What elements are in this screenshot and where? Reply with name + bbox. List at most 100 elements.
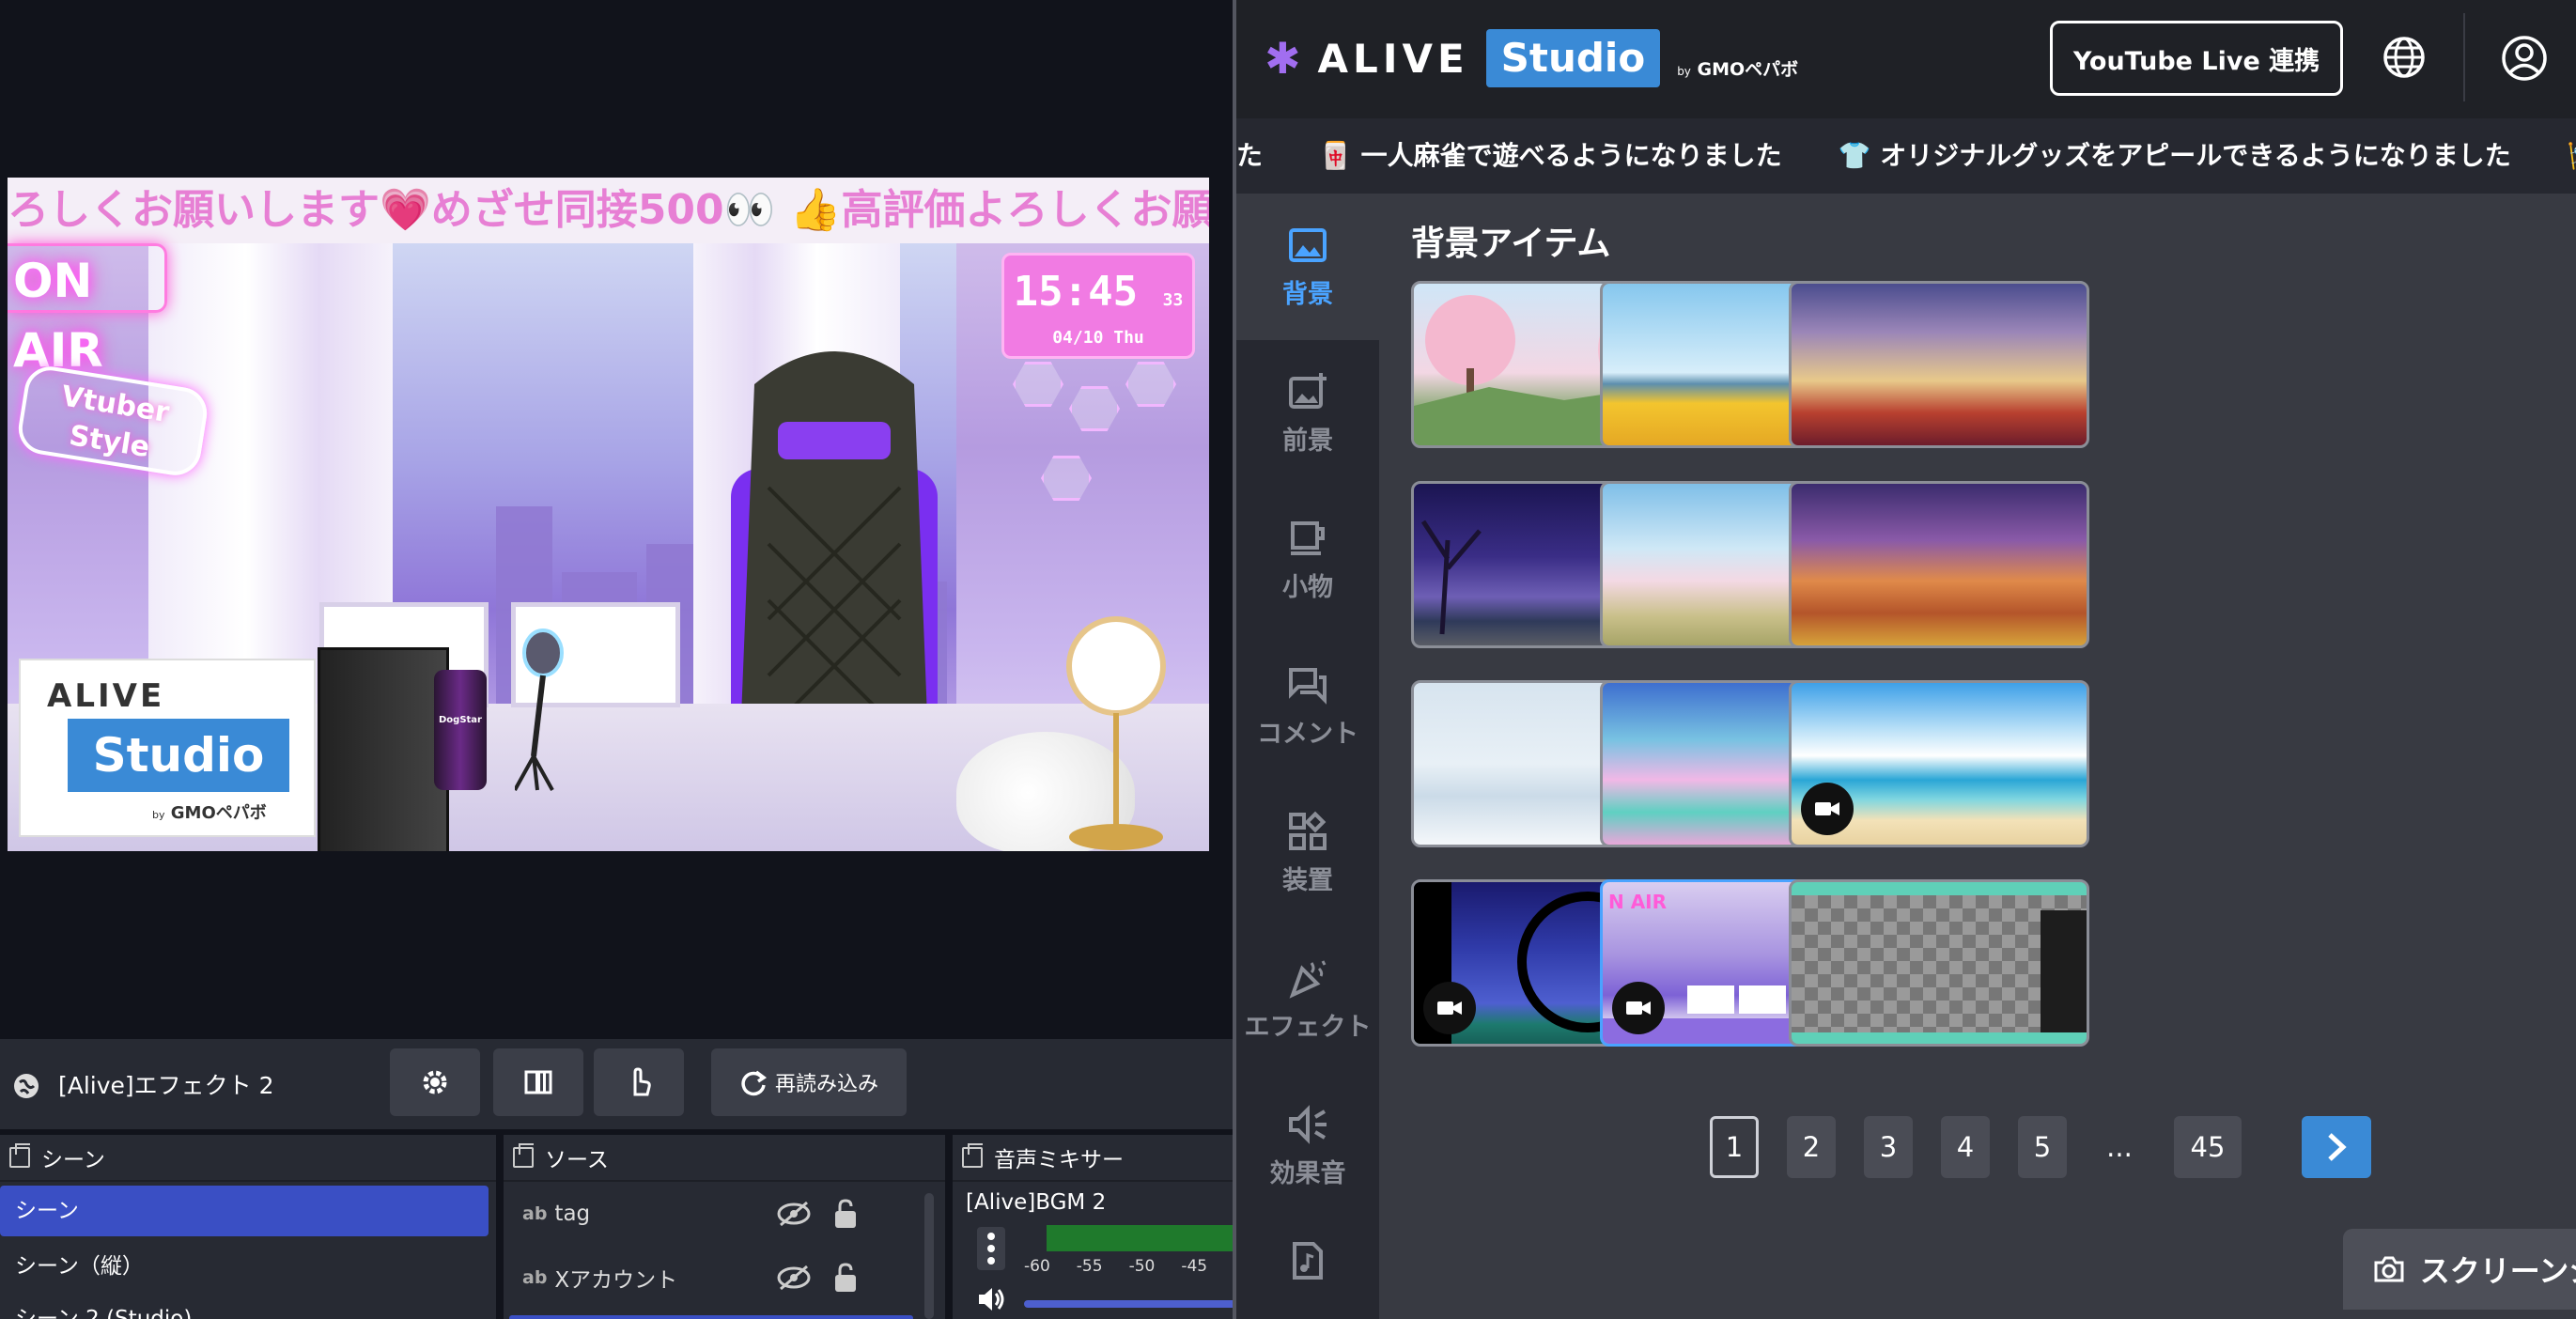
source-toolbar: [Alive]エフェクト 2 再読み込み	[0, 1039, 1233, 1129]
dock-float-icon[interactable]	[962, 1143, 983, 1168]
selected-source-name: [Alive]エフェクト 2	[58, 1072, 274, 1099]
speaker-icon	[1289, 1104, 1327, 1144]
scenes-dock-header: シーン	[0, 1135, 496, 1182]
filters-button[interactable]	[493, 1048, 583, 1116]
source-label: Xアカウント	[554, 1268, 678, 1293]
page-button[interactable]: 1	[1710, 1116, 1759, 1178]
page-button[interactable]: 3	[1864, 1116, 1913, 1178]
scene-item[interactable]: シーン	[0, 1186, 489, 1236]
energy-drink-can: DogStar	[434, 670, 487, 790]
source-item[interactable]: ab tag	[504, 1182, 945, 1246]
rail-label: コメント	[1257, 719, 1358, 749]
volume-slider[interactable]	[1024, 1300, 1268, 1308]
text-source-icon: ab	[522, 1203, 548, 1224]
rail-item-sound-effects[interactable]: 効果音	[1236, 1073, 1379, 1219]
globe-icon[interactable]	[2381, 34, 2428, 81]
page-button[interactable]: 4	[1941, 1116, 1990, 1178]
background-tile-autumn[interactable]	[1789, 481, 2089, 648]
music-file-icon	[1293, 1242, 1323, 1280]
screenshot-label: スクリーンショット	[2419, 1253, 2576, 1289]
lock-icon[interactable]	[832, 1198, 859, 1230]
reload-button[interactable]: 再読み込み	[711, 1048, 907, 1116]
lock-icon[interactable]	[832, 1262, 859, 1294]
video-badge	[1801, 783, 1854, 835]
flower-lamp	[1066, 616, 1166, 850]
source-item[interactable]: ab Xアカウント	[504, 1246, 945, 1310]
svg-text:N AIR: N AIR	[1608, 891, 1667, 913]
background-tile-beach[interactable]	[1789, 680, 2089, 847]
background-tile-live-frame[interactable]	[1789, 879, 2089, 1047]
rail-item-props[interactable]: 小物	[1236, 487, 1379, 633]
page-button[interactable]: 5	[2018, 1116, 2067, 1178]
can-label: DogStar	[439, 715, 482, 725]
tile-thumbnail	[1792, 882, 2087, 1044]
image-icon	[1289, 227, 1327, 262]
more-options-icon[interactable]	[977, 1227, 1005, 1270]
video-camera-icon	[1815, 802, 1839, 815]
sources-scrollbar[interactable]	[924, 1193, 934, 1319]
alive-studio-panel: ✱ ALIVE Studio by GMOペパボ YouTube Live 連携…	[1233, 0, 2576, 1319]
selected-source: [Alive]エフェクト 2	[11, 1067, 274, 1105]
rail-label: 効果音	[1269, 1158, 1346, 1188]
rail-item-comments[interactable]: コメント	[1236, 633, 1379, 780]
selected-source-row[interactable]	[509, 1315, 913, 1319]
brand-logo[interactable]: ✱ ALIVE Studio by GMOペパボ	[1265, 28, 1798, 88]
visibility-hidden-icon[interactable]	[776, 1200, 812, 1228]
dock-float-icon[interactable]	[9, 1143, 30, 1168]
screenshot-button[interactable]: スクリーンショット	[2343, 1229, 2576, 1310]
stream-preview[interactable]: ろしくお願いします💗めざせ同接500👀 👍高評価よろしくお願 ON AIR Vt…	[8, 178, 1209, 851]
account-icon[interactable]	[2500, 34, 2549, 83]
brand-studio: Studio	[1485, 29, 1661, 87]
mixer-dock-title: 音声ミキサー	[994, 1148, 1124, 1172]
news-item[interactable]: 👕 オリジナルグッズをアピールできるようになりました	[1839, 140, 2511, 171]
hex-light	[1125, 362, 1176, 407]
image-plus-icon	[1289, 372, 1327, 409]
speaker-volume-icon[interactable]	[975, 1283, 1007, 1315]
clock-seconds: 33	[1162, 290, 1184, 310]
dock-float-icon[interactable]	[513, 1143, 534, 1168]
hex-light	[1013, 362, 1063, 407]
page-button[interactable]: 2	[1787, 1116, 1836, 1178]
alive-studio-logo-overlay: ALIVE Studio by GMOペパボ	[19, 659, 316, 837]
category-rail: 背景 前景 小物 コメント 装置 エフェクト 効果音	[1236, 194, 1379, 1319]
refresh-icon	[741, 1070, 768, 1096]
rail-item-music[interactable]	[1236, 1219, 1379, 1313]
visibility-hidden-icon[interactable]	[776, 1264, 812, 1292]
scene-item[interactable]: シーン 2 (Studio)	[0, 1293, 496, 1319]
properties-button[interactable]	[390, 1048, 480, 1116]
browser-source-icon	[14, 1074, 39, 1098]
video-badge	[1612, 982, 1665, 1034]
text-source-icon: ab	[522, 1267, 548, 1288]
logo-gmo-text: GMOペパボ	[170, 803, 267, 823]
youtube-live-connect-button[interactable]: YouTube Live 連携	[2050, 21, 2343, 96]
section-title: 背景アイテム	[1411, 225, 1611, 263]
obs-window: ろしくお願いします💗めざせ同接500👀 👍高評価よろしくお願 ON AIR Vt…	[0, 0, 1268, 1319]
meter-scale: -60 -55 -50 -45	[1024, 1257, 1268, 1276]
volume-meter	[1047, 1225, 1263, 1251]
sources-dock-header: ソース	[504, 1135, 945, 1182]
rail-item-background[interactable]: 背景	[1236, 194, 1379, 340]
content-area: 背景アイテム N AIR 1 2 3 4 5 ... 45 スクリーン	[1379, 194, 2576, 1319]
logo-alive-text: ALIVE	[47, 677, 165, 715]
next-page-button[interactable]	[2302, 1116, 2371, 1178]
chevron-right-icon	[2328, 1133, 2347, 1161]
news-item[interactable]: 🀄 一人麻雀で遊べるようになりました	[1319, 140, 1782, 171]
sources-dock: ソース ab tag ab Xアカウント	[504, 1135, 945, 1319]
hand-pointer-icon	[633, 1067, 651, 1096]
pagination: 1 2 3 4 5 ... 45	[1379, 1116, 2576, 1182]
rail-item-effects[interactable]: エフェクト	[1236, 926, 1379, 1073]
page-button[interactable]: 45	[2174, 1116, 2242, 1178]
party-icon	[1289, 959, 1327, 999]
video-camera-icon	[1626, 1001, 1651, 1015]
reload-label: 再読み込み	[774, 1073, 878, 1096]
scene-item[interactable]: シーン（縦）	[0, 1240, 496, 1293]
clock-widget: 15:45 33 04/10 Thu	[1001, 253, 1195, 359]
rail-item-devices[interactable]: 装置	[1236, 780, 1379, 926]
interact-button[interactable]	[594, 1048, 684, 1116]
background-tile-red-flowers[interactable]	[1789, 281, 2089, 448]
source-label: tag	[554, 1202, 591, 1226]
camera-icon	[2374, 1256, 2404, 1282]
rail-item-foreground[interactable]: 前景	[1236, 340, 1379, 487]
hex-light	[1041, 456, 1092, 501]
scenes-dock-title: シーン	[41, 1148, 105, 1172]
